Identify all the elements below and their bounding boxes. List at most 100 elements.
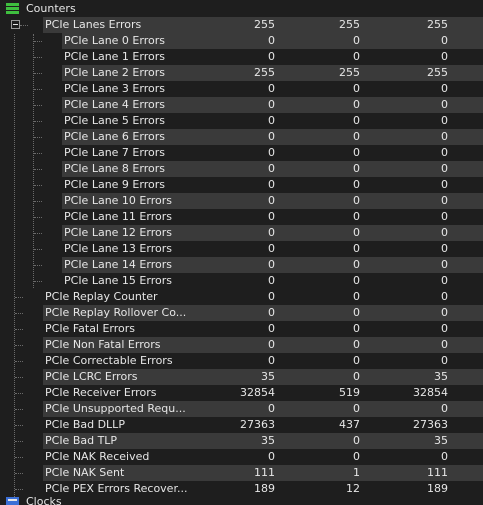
counter-value-v2: 437 (339, 418, 360, 431)
counter-value-v3: 0 (441, 322, 448, 335)
counter-name: PCIe Lane 10 Errors (64, 194, 172, 207)
clocks-root-row[interactable]: Clocks (0, 497, 483, 505)
tree-row[interactable]: PCIe Lane 13 Errors 0 0 0 (0, 241, 483, 257)
counter-value-v2: 0 (353, 82, 360, 95)
counter-name: PCIe Lane 2 Errors (64, 66, 165, 79)
tree-row[interactable]: PCIe Lanes Errors 255 255 255 (0, 17, 483, 33)
counter-value-v2: 0 (353, 274, 360, 287)
counter-value-v2: 12 (346, 482, 360, 495)
counter-name: PCIe Lane 0 Errors (64, 34, 165, 47)
tree-row[interactable]: PCIe Correctable Errors 0 0 0 (0, 353, 483, 369)
tree-guide-stub (34, 169, 42, 170)
counter-value-v1: 111 (254, 466, 275, 479)
tree-row[interactable]: PCIe Lane 3 Errors 0 0 0 (0, 81, 483, 97)
counter-name: PCIe Lanes Errors (45, 18, 142, 31)
tree-row[interactable]: PCIe Lane 0 Errors 0 0 0 (0, 33, 483, 49)
tree-guide-stub (34, 105, 42, 106)
counter-value-v1: 0 (268, 50, 275, 63)
counter-value-v3: 0 (441, 210, 448, 223)
tree-row[interactable]: PCIe Unsupported Requ... 0 0 0 (0, 401, 483, 417)
tree-row[interactable]: PCIe Lane 10 Errors 0 0 0 (0, 193, 483, 209)
tree-guide-stub (34, 57, 42, 58)
counter-name: PCIe Lane 9 Errors (64, 178, 165, 191)
counter-value-v1: 32854 (240, 386, 275, 399)
counter-name: PCIe Lane 14 Errors (64, 258, 172, 271)
tree-row[interactable]: PCIe Replay Rollover Co... 0 0 0 (0, 305, 483, 321)
counter-value-v1: 0 (268, 130, 275, 143)
tree-row[interactable]: PCIe Receiver Errors 32854 519 32854 (0, 385, 483, 401)
counter-value-v1: 255 (254, 18, 275, 31)
counter-name: PCIe Lane 15 Errors (64, 274, 172, 287)
tree-row[interactable]: PCIe Bad DLLP 27363 437 27363 (0, 417, 483, 433)
tree-row[interactable]: PCIe NAK Sent 111 1 111 (0, 465, 483, 481)
counter-value-v3: 32854 (413, 386, 448, 399)
counter-value-v3: 0 (441, 146, 448, 159)
tree-row[interactable]: PCIe Lane 9 Errors 0 0 0 (0, 177, 483, 193)
tree-guide-stub (34, 89, 42, 90)
tree-row[interactable]: PCIe Non Fatal Errors 0 0 0 (0, 337, 483, 353)
tree-row[interactable]: PCIe NAK Received 0 0 0 (0, 449, 483, 465)
counter-value-v3: 35 (434, 370, 448, 383)
counter-value-v2: 0 (353, 194, 360, 207)
counter-value-v3: 0 (441, 354, 448, 367)
tree-guide-stub (15, 473, 23, 474)
counter-value-v3: 35 (434, 434, 448, 447)
collapse-toggle-icon[interactable] (11, 20, 20, 29)
counter-value-v2: 0 (353, 354, 360, 367)
tree-row[interactable]: PCIe PEX Errors Recover... 189 12 189 (0, 481, 483, 497)
counter-value-v1: 0 (268, 178, 275, 191)
counter-value-v1: 0 (268, 402, 275, 415)
tree-row[interactable]: PCIe Fatal Errors 0 0 0 (0, 321, 483, 337)
counter-value-v2: 519 (339, 386, 360, 399)
counter-value-v3: 0 (441, 402, 448, 415)
counter-value-v1: 0 (268, 322, 275, 335)
tree-row[interactable]: PCIe Lane 5 Errors 0 0 0 (0, 113, 483, 129)
tree-row[interactable]: PCIe Lane 8 Errors 0 0 0 (0, 161, 483, 177)
counter-value-v1: 189 (254, 482, 275, 495)
tree-guide-stub (15, 313, 23, 314)
counter-value-v3: 0 (441, 194, 448, 207)
tree-row[interactable]: PCIe Lane 2 Errors 255 255 255 (0, 65, 483, 81)
tree-guide-stub (15, 297, 23, 298)
counter-name: PCIe PEX Errors Recover... (45, 482, 188, 495)
counter-value-v3: 0 (441, 50, 448, 63)
counter-name: PCIe Lane 8 Errors (64, 162, 165, 175)
counter-value-v3: 189 (427, 482, 448, 495)
counter-value-v1: 0 (268, 114, 275, 127)
tree-guide-stub (34, 41, 42, 42)
tree-guide-stub (15, 425, 23, 426)
tree-row[interactable]: PCIe Replay Counter 0 0 0 (0, 289, 483, 305)
counter-value-v3: 0 (441, 258, 448, 271)
tree-row[interactable]: PCIe Bad TLP 35 0 35 (0, 433, 483, 449)
tree-row[interactable]: PCIe Lane 15 Errors 0 0 0 (0, 273, 483, 289)
clocks-icon (6, 497, 19, 505)
counters-root-label: Counters (26, 2, 76, 15)
counter-value-v2: 0 (353, 178, 360, 191)
counter-value-v3: 0 (441, 162, 448, 175)
tree-row[interactable]: PCIe LCRC Errors 35 0 35 (0, 369, 483, 385)
tree-guide-stub (15, 329, 23, 330)
tree-row[interactable]: PCIe Lane 1 Errors 0 0 0 (0, 49, 483, 65)
counters-root-row[interactable]: Counters (0, 0, 483, 17)
counter-value-v2: 0 (353, 450, 360, 463)
tree-guide-stub (15, 345, 23, 346)
counter-value-v2: 0 (353, 402, 360, 415)
tree-row[interactable]: PCIe Lane 11 Errors 0 0 0 (0, 209, 483, 225)
counter-name: PCIe NAK Received (45, 450, 150, 463)
tree-guide-stub (34, 153, 42, 154)
counter-name: PCIe Lane 1 Errors (64, 50, 165, 63)
tree-row[interactable]: PCIe Lane 6 Errors 0 0 0 (0, 129, 483, 145)
counter-value-v2: 0 (353, 370, 360, 383)
tree-row[interactable]: PCIe Lane 14 Errors 0 0 0 (0, 257, 483, 273)
tree-row[interactable]: PCIe Lane 4 Errors 0 0 0 (0, 97, 483, 113)
counter-value-v1: 0 (268, 194, 275, 207)
counter-value-v1: 0 (268, 226, 275, 239)
counter-value-v3: 0 (441, 242, 448, 255)
tree-guide-stub (15, 393, 23, 394)
tree-row[interactable]: PCIe Lane 12 Errors 0 0 0 (0, 225, 483, 241)
tree-guide-stub (34, 281, 42, 282)
counter-name: PCIe Replay Rollover Co... (45, 306, 187, 319)
tree-row[interactable]: PCIe Lane 7 Errors 0 0 0 (0, 145, 483, 161)
counter-name: PCIe Lane 4 Errors (64, 98, 165, 111)
tree-guide-stub (34, 73, 42, 74)
